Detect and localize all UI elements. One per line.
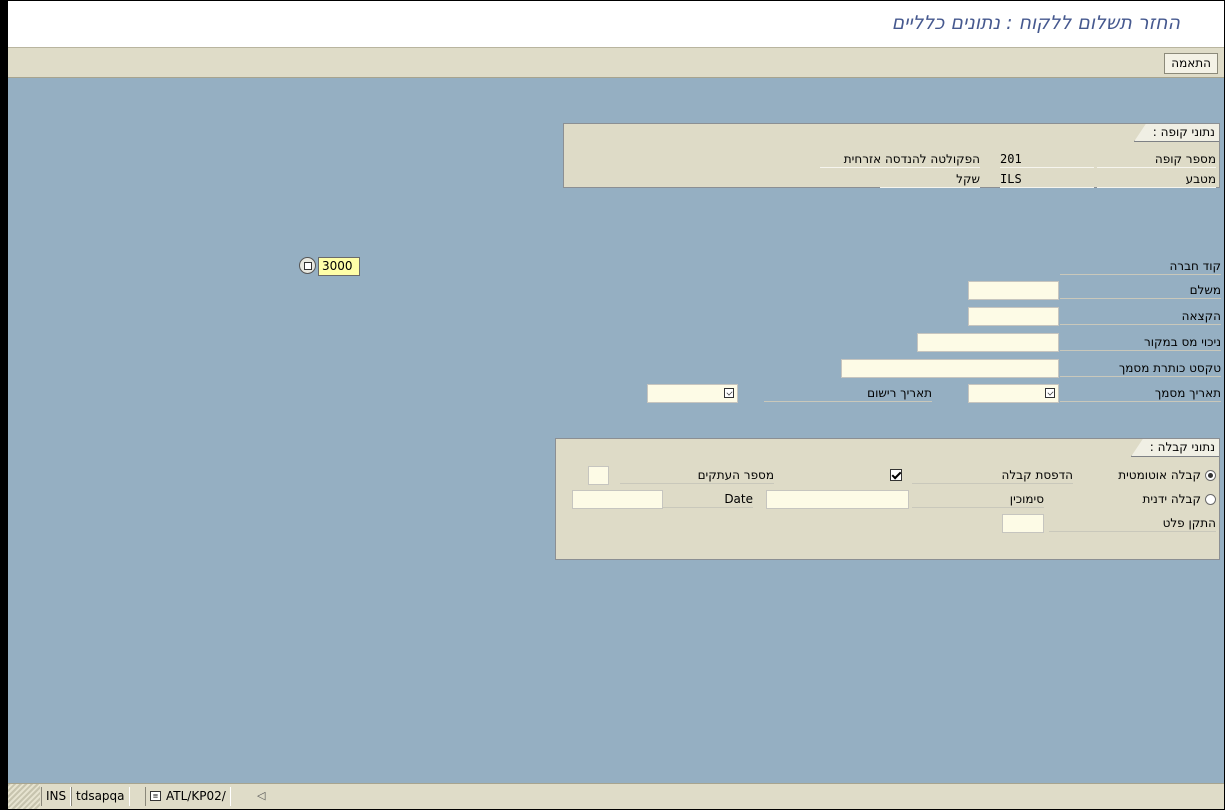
copies-field[interactable] — [588, 466, 609, 485]
status-bar-grip — [8, 784, 40, 809]
company-code-label: קוד חברה — [1060, 257, 1221, 275]
status-input-mode: INS — [41, 787, 72, 806]
search-help-icon[interactable] — [299, 257, 316, 274]
status-transaction[interactable]: ≡ ATL/KP02/ — [145, 787, 231, 806]
receipt-group: נתוני קבלה : קבלה אוטומטית הדפסת קבלה מס… — [555, 438, 1220, 560]
currency-name: שקל — [880, 170, 980, 188]
date-label: Date — [662, 490, 753, 508]
status-bar: INS tdsapqa ≡ ATL/KP02/ ◁ — [8, 783, 1224, 809]
status-transaction-code: ATL/KP02/ — [166, 789, 226, 803]
manual-receipt-radio[interactable] — [1205, 494, 1216, 505]
adjust-button[interactable]: התאמה — [1164, 53, 1218, 74]
cash-desk-group: נתוני קופה : מספר קופה 201 הפקולטה להנדס… — [563, 123, 1220, 188]
output-device-field[interactable] — [1002, 514, 1044, 533]
posting-date-label: תאריך רישום — [764, 384, 932, 402]
status-server: tdsapqa — [71, 787, 130, 806]
document-date-label: תאריך מסמך — [1060, 384, 1221, 402]
allocation-label: הקצאה — [1060, 307, 1221, 325]
document-date-calendar-icon[interactable] — [1045, 388, 1055, 398]
reference-field[interactable] — [766, 490, 909, 509]
copies-label: מספר העתקים — [620, 466, 774, 484]
session-icon: ≡ — [150, 791, 161, 801]
payer-label: משלם — [1060, 281, 1221, 299]
receipt-group-title: נתוני קבלה : — [1130, 439, 1219, 457]
document-header-text-field[interactable] — [841, 359, 1059, 378]
reference-label: סימוכין — [912, 490, 1044, 508]
application-toolbar: התאמה — [8, 47, 1224, 78]
company-code-field[interactable]: 3000 — [318, 257, 360, 276]
cash-desk-group-title: נתוני קופה : — [1133, 124, 1219, 142]
payer-field[interactable] — [968, 281, 1059, 300]
cash-desk-name: הפקולטה להנדסה אזרחית — [820, 150, 980, 168]
auto-receipt-label: קבלה אוטומטית — [1118, 468, 1201, 482]
title-bar: החזר תשלום ללקוח : נתונים כלליים — [8, 1, 1224, 47]
currency-code: ILS — [1000, 170, 1094, 188]
auto-receipt-radio[interactable] — [1205, 470, 1216, 481]
allocation-field[interactable] — [968, 307, 1059, 326]
print-receipt-label: הדפסת קבלה — [912, 466, 1073, 484]
page-title: החזר תשלום ללקוח : נתונים כלליים — [891, 12, 1180, 34]
output-device-label: התקן פלט — [1049, 514, 1216, 532]
document-header-text-label: טקסט כותרת מסמך — [1060, 359, 1221, 377]
manual-receipt-label: קבלה ידנית — [1142, 492, 1201, 506]
print-receipt-checkbox[interactable] — [890, 469, 902, 481]
cash-desk-number-value: 201 — [1000, 150, 1094, 168]
withholding-tax-label: ניכוי מס במקור — [1060, 333, 1221, 351]
date-field[interactable] — [572, 490, 663, 509]
withholding-tax-field[interactable] — [917, 333, 1059, 352]
posting-date-calendar-icon[interactable] — [724, 388, 734, 398]
work-area: נתוני קופה : מספר קופה 201 הפקולטה להנדס… — [8, 78, 1224, 783]
currency-label: מטבע — [1097, 170, 1216, 188]
collapse-arrow-icon[interactable]: ◁ — [257, 789, 265, 802]
cash-desk-number-label: מספר קופה — [1097, 150, 1216, 168]
